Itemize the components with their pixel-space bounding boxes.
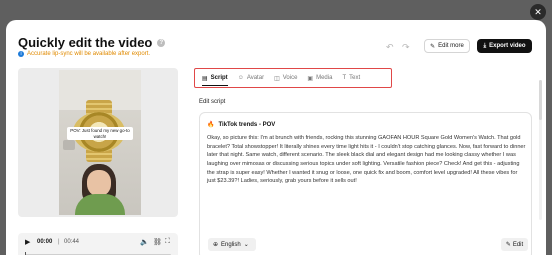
tab-label: Voice xyxy=(282,75,298,81)
info-circle-icon: i xyxy=(18,51,24,57)
total-time: 00:44 xyxy=(64,239,80,245)
edit-label: Edit xyxy=(512,241,524,248)
tab-label: Text xyxy=(349,75,361,81)
script-card: 🔥 TikTok trends - POV Okay, so picture t… xyxy=(199,112,532,255)
close-modal-button[interactable]: ✕ xyxy=(530,4,546,20)
download-icon: ⤓ xyxy=(483,42,487,49)
tab-text[interactable]: T Text xyxy=(340,69,368,87)
edit-script-button[interactable]: ✎ Edit xyxy=(501,238,528,251)
edit-script-heading: Edit script xyxy=(199,99,226,105)
globe-icon: ⊕ xyxy=(213,242,219,248)
video-preview[interactable]: POV: Just found my new go-to watch! xyxy=(18,68,178,217)
scrollbar-thumb[interactable] xyxy=(539,80,542,120)
scrollbar[interactable] xyxy=(539,80,542,220)
script-title: TikTok trends - POV xyxy=(218,121,276,128)
edit-more-button[interactable]: ✎ Edit more xyxy=(424,39,470,53)
chevron-down-icon: ⌄ xyxy=(243,242,249,248)
tab-media[interactable]: ▣ Media xyxy=(305,69,340,87)
tab-script[interactable]: ▤ Script xyxy=(200,69,236,87)
avatar-body xyxy=(75,194,125,215)
volume-icon[interactable]: 🔈 xyxy=(140,238,149,246)
info-icon[interactable]: ? xyxy=(157,38,166,47)
fullscreen-icon[interactable]: ⛶ xyxy=(165,238,170,246)
editor-tabs: ▤ Script ☺ Avatar ◫ Voice ▣ Media T Text xyxy=(194,68,392,88)
title-row: Quickly edit the video ? xyxy=(18,35,166,50)
time-separator: | xyxy=(58,239,60,245)
media-icon: ▣ xyxy=(307,75,314,82)
modal-title: Quickly edit the video xyxy=(18,35,153,50)
close-icon: ✕ xyxy=(534,6,542,17)
undo-icon[interactable]: ↶ xyxy=(386,42,394,53)
flame-icon: 🔥 xyxy=(207,122,215,128)
text-icon: T xyxy=(342,75,347,81)
tab-label: Script xyxy=(210,75,228,81)
quick-edit-modal: Quickly edit the video ? i Accurate lip-… xyxy=(6,20,546,255)
export-video-button[interactable]: ⤓ Export video xyxy=(477,39,532,53)
tab-label: Media xyxy=(316,75,333,81)
current-time: 00:00 xyxy=(37,239,53,245)
video-prop xyxy=(63,140,75,150)
link-icon[interactable]: ⛓ xyxy=(153,238,162,246)
lip-sync-note: i Accurate lip-sync will be available af… xyxy=(18,51,150,57)
voice-icon: ◫ xyxy=(274,75,280,82)
lip-sync-note-text: Accurate lip-sync will be available afte… xyxy=(27,51,151,57)
script-text[interactable]: Okay, so picture this: I'm at brunch wit… xyxy=(207,134,527,186)
script-header: 🔥 TikTok trends - POV xyxy=(207,121,276,129)
redo-icon[interactable]: ↷ xyxy=(402,42,410,53)
video-controls: ▶ 00:00 | 00:44 🔈 ⛓ ⛶ xyxy=(18,233,178,255)
avatar-face xyxy=(87,170,111,196)
pencil-icon: ✎ xyxy=(505,242,511,248)
export-video-label: Export video xyxy=(489,43,526,49)
tab-voice[interactable]: ◫ Voice xyxy=(272,69,305,87)
play-icon[interactable]: ▶ xyxy=(25,238,30,246)
avatar-icon: ☺ xyxy=(237,75,244,81)
video-frame: POV: Just found my new go-to watch! xyxy=(59,70,141,215)
language-select[interactable]: ⊕ English ⌄ xyxy=(208,238,256,251)
tab-avatar[interactable]: ☺ Avatar xyxy=(236,69,272,87)
edit-more-label: Edit more xyxy=(438,43,464,49)
script-icon: ▤ xyxy=(202,75,208,82)
video-caption: POV: Just found my new go-to watch! xyxy=(67,127,133,140)
tab-label: Avatar xyxy=(246,75,265,81)
language-label: English xyxy=(221,241,241,248)
edit-more-icon: ✎ xyxy=(430,43,436,50)
